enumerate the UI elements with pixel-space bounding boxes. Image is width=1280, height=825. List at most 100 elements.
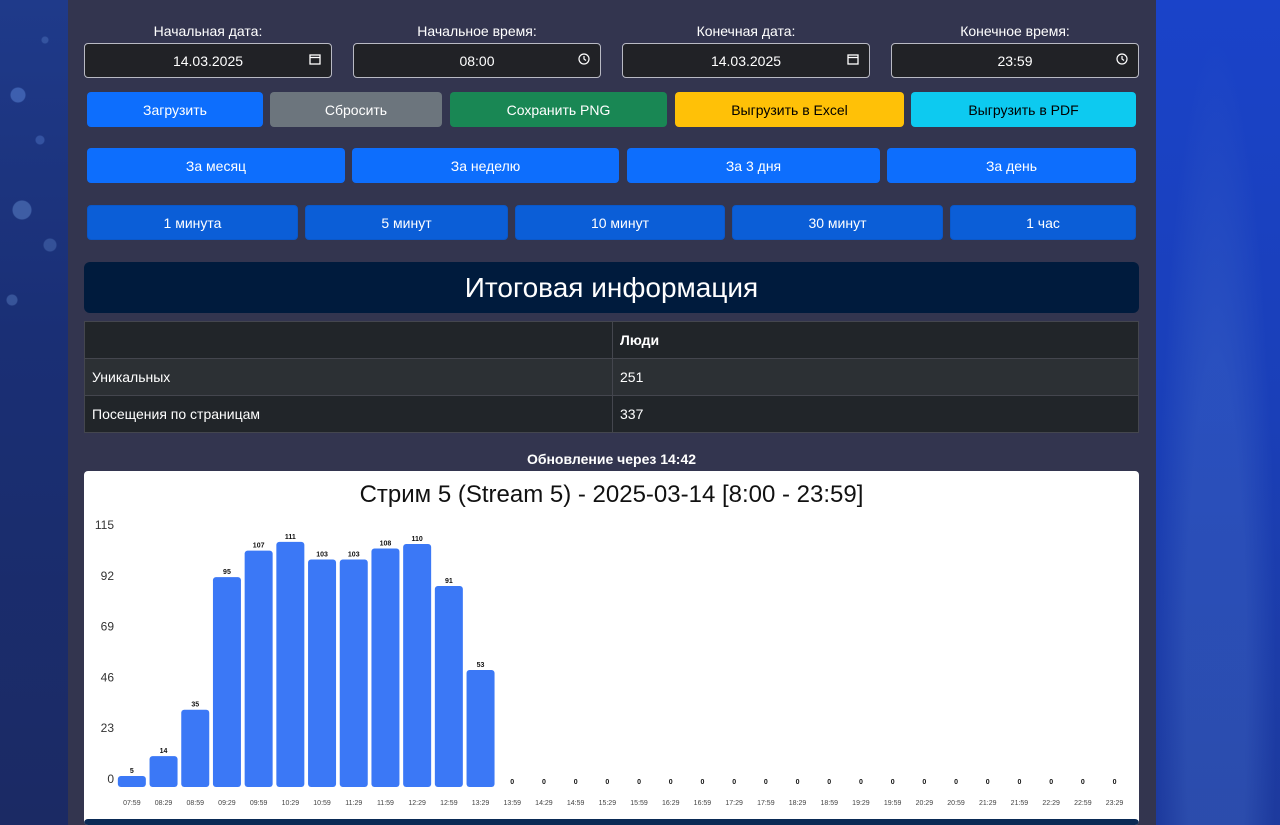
x-tick-label: 14:29 xyxy=(535,800,553,807)
end-date-field: Конечная дата: 14.03.2025 xyxy=(622,22,870,78)
x-tick-label: 19:59 xyxy=(884,800,902,807)
x-tick-label: 16:59 xyxy=(694,800,712,807)
chart-bar xyxy=(149,756,178,787)
data-label: 0 xyxy=(574,779,578,786)
chart-bar xyxy=(371,548,400,787)
data-label: 107 xyxy=(253,543,265,550)
x-tick-label: 20:29 xyxy=(916,800,934,807)
x-tick-label: 22:59 xyxy=(1074,800,1092,807)
data-label: 0 xyxy=(1081,779,1085,786)
x-tick-label: 15:59 xyxy=(630,800,648,807)
data-label: 0 xyxy=(796,779,800,786)
end-time-label: Конечное время: xyxy=(960,23,1070,39)
period-week-button[interactable]: За неделю xyxy=(352,148,619,183)
data-label: 103 xyxy=(348,552,360,559)
data-label: 14 xyxy=(160,748,168,755)
start-date-value: 14.03.2025 xyxy=(172,52,244,69)
y-tick-label: 46 xyxy=(101,670,115,684)
interval-5min-button[interactable]: 5 минут xyxy=(305,205,508,240)
summary-title: Итоговая информация xyxy=(84,262,1139,313)
chart-bar xyxy=(212,577,241,787)
export-pdf-button[interactable]: Выгрузить в PDF xyxy=(911,92,1136,127)
calendar-icon[interactable] xyxy=(847,53,859,65)
x-tick-label: 21:59 xyxy=(1011,800,1029,807)
end-time-value: 23:59 xyxy=(997,52,1033,69)
start-date-input[interactable]: 14.03.2025 xyxy=(84,43,332,78)
chart-bar xyxy=(434,586,463,787)
start-time-field: Начальное время: 08:00 xyxy=(353,22,601,78)
x-tick-label: 20:59 xyxy=(947,800,965,807)
chart-bar xyxy=(466,669,495,787)
data-label: 111 xyxy=(285,534,296,541)
x-tick-label: 18:59 xyxy=(820,800,838,807)
data-label: 0 xyxy=(510,779,514,786)
x-tick-label: 10:59 xyxy=(313,800,331,807)
period-day-button[interactable]: За день xyxy=(887,148,1136,183)
table-header-empty xyxy=(84,321,613,359)
y-tick-label: 0 xyxy=(107,772,114,786)
data-label: 35 xyxy=(191,702,199,709)
chart-bar xyxy=(339,559,368,787)
data-label: 110 xyxy=(412,536,423,543)
interval-1hour-button[interactable]: 1 час xyxy=(950,205,1136,240)
start-time-value: 08:00 xyxy=(459,52,495,69)
x-tick-label: 13:59 xyxy=(503,800,521,807)
table-cell-label: Посещения по страницам xyxy=(84,395,613,433)
export-excel-button[interactable]: Выгрузить в Excel xyxy=(675,92,904,127)
x-tick-label: 23:29 xyxy=(1106,800,1124,807)
table-header-people: Люди xyxy=(612,321,1139,359)
interval-30min-button[interactable]: 30 минут xyxy=(732,205,943,240)
data-label: 0 xyxy=(922,779,926,786)
period-3days-button[interactable]: За 3 дня xyxy=(627,148,880,183)
interval-1min-button[interactable]: 1 минута xyxy=(87,205,298,240)
calendar-icon[interactable] xyxy=(309,53,321,65)
x-tick-label: 08:59 xyxy=(186,800,204,807)
data-label: 95 xyxy=(223,569,231,576)
end-time-field: Конечное время: 23:59 xyxy=(891,22,1139,78)
x-tick-label: 22:29 xyxy=(1042,800,1060,807)
data-label: 0 xyxy=(986,779,990,786)
summary-table: Люди Уникальных 251 Посещения по страниц… xyxy=(84,321,1139,433)
chart-bar xyxy=(308,559,337,787)
x-tick-label: 15:29 xyxy=(599,800,617,807)
reset-button[interactable]: Сбросить xyxy=(270,92,442,127)
x-tick-label: 14:59 xyxy=(567,800,585,807)
x-tick-label: 12:59 xyxy=(440,800,458,807)
bar-chart: 0 23 46 69 92 115 5 07:59 14 08:29 35 08:59 95 09:29 1… xyxy=(95,518,1124,807)
x-tick-label: 08:29 xyxy=(155,800,173,807)
interval-10min-button[interactable]: 10 минут xyxy=(515,205,725,240)
clock-icon[interactable] xyxy=(578,53,590,65)
chart-bar xyxy=(117,775,146,787)
data-label: 0 xyxy=(891,779,895,786)
x-tick-label: 11:59 xyxy=(377,800,394,807)
load-button[interactable]: Загрузить xyxy=(87,92,263,127)
date-time-filters: Начальная дата: 14.03.2025 Начальное вре… xyxy=(84,22,1139,78)
x-tick-label: 17:59 xyxy=(757,800,775,807)
x-tick-label: 16:29 xyxy=(662,800,680,807)
clock-icon[interactable] xyxy=(1116,53,1128,65)
y-tick-label: 115 xyxy=(95,518,114,532)
table-row: Посещения по страницам 337 xyxy=(84,395,1139,433)
data-label: 0 xyxy=(732,779,736,786)
y-tick-label: 23 xyxy=(101,721,115,735)
data-label: 0 xyxy=(859,779,863,786)
x-tick-label: 12:29 xyxy=(408,800,426,807)
end-time-input[interactable]: 23:59 xyxy=(891,43,1139,78)
data-label: 0 xyxy=(637,779,641,786)
end-date-value: 14.03.2025 xyxy=(710,52,782,69)
table-row: Уникальных 251 xyxy=(84,358,1139,396)
data-label: 5 xyxy=(130,768,134,775)
start-time-input[interactable]: 08:00 xyxy=(353,43,601,78)
data-label: 0 xyxy=(1049,779,1053,786)
period-month-button[interactable]: За месяц xyxy=(87,148,345,183)
save-png-button[interactable]: Сохранить PNG xyxy=(450,92,667,127)
next-section-header xyxy=(84,819,1139,825)
chart-bar xyxy=(181,709,210,787)
end-date-input[interactable]: 14.03.2025 xyxy=(622,43,870,78)
data-label: 0 xyxy=(827,779,831,786)
table-cell-value: 337 xyxy=(612,395,1139,433)
x-tick-label: 09:29 xyxy=(218,800,236,807)
x-tick-label: 18:29 xyxy=(789,800,807,807)
background-right xyxy=(1156,0,1280,825)
end-date-label: Конечная дата: xyxy=(696,23,796,39)
